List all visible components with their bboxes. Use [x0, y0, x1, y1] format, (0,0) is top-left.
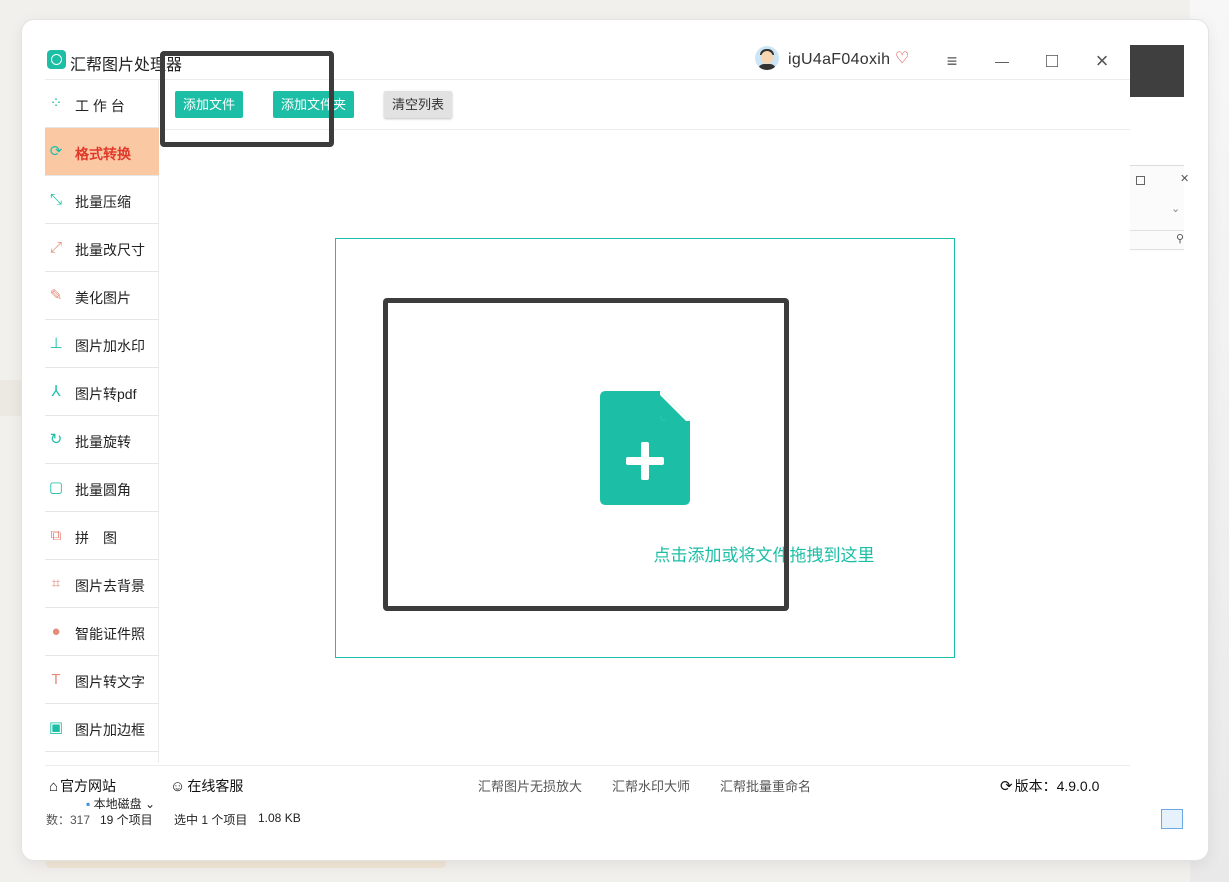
compress-icon: ⤡ — [49, 191, 62, 208]
sidebar-item-2[interactable]: ⟳ 格式转换 — [45, 128, 159, 176]
maximize-button[interactable]: □ — [1037, 46, 1067, 76]
sidebar-item-label: 格式转换 — [75, 146, 131, 162]
product-link-watermark[interactable]: 汇帮水印大师 — [612, 776, 690, 795]
explorer-item-count: 19 个项目 — [100, 813, 153, 827]
home-icon: ⌂ — [49, 778, 59, 795]
sidebar-item-label: 图片去背景 — [75, 578, 145, 594]
refresh-icon: ⟳ — [1000, 778, 1013, 795]
maximize-icon — [1136, 176, 1145, 185]
sidebar-item-9[interactable]: ▢ 批量圆角 — [45, 464, 159, 512]
footer: ⌂ 官方网站 ☺ 在线客服 汇帮图片无损放大 汇帮水印大师 汇帮批量重命名 ⟳ 版本：… — [45, 765, 1130, 805]
minimize-button[interactable]: — — [987, 46, 1017, 76]
background-window-dark — [1130, 45, 1184, 97]
sidebar-item-label: 图片转pdf — [75, 386, 137, 402]
sidebar-item-1[interactable]: ⁘ 工 作 台 — [45, 80, 159, 128]
explorer-drive-label: ▪ 本地磁盘 ⌄ — [86, 797, 156, 809]
official-website-link[interactable]: ⌂ 官方网站 — [49, 776, 116, 796]
rotate-icon: ↻ — [49, 431, 63, 448]
chevron-down-icon: ⌄ — [1171, 203, 1181, 215]
sidebar-item-label: 批量改尺寸 — [75, 242, 145, 258]
beautify-icon: ✎ — [49, 287, 63, 304]
vip-heart-icon[interactable]: ♡ — [895, 48, 909, 68]
sidebar-item-7[interactable]: ⅄ 图片转pdf — [45, 368, 159, 416]
resize-icon: ⤢ — [49, 239, 62, 256]
sidebar-item-label: 图片转文字 — [75, 674, 145, 690]
version-info[interactable]: ⟳ 版本：4.9.0.0 — [1000, 776, 1099, 796]
sidebar-item-3[interactable]: ⤡ 批量压缩 — [45, 176, 159, 224]
product-link-rename[interactable]: 汇帮批量重命名 — [720, 776, 811, 795]
details-view-icon[interactable] — [1161, 809, 1183, 829]
menu-button[interactable]: ≡ — [937, 46, 967, 76]
sidebar-item-11[interactable]: ⌗ 图片去背景 — [45, 560, 159, 608]
sidebar-item-label: 图片加边框 — [75, 722, 145, 738]
online-support-link[interactable]: ☺ 在线客服 — [170, 776, 243, 796]
sidebar-item-label: 批量旋转 — [75, 434, 131, 450]
avatar[interactable] — [755, 46, 779, 70]
version-label: 版本：4.9.0.0 — [1014, 778, 1100, 794]
person-icon: ● — [51, 623, 61, 640]
online-support-label: 在线客服 — [187, 778, 244, 794]
product-link-upscale[interactable]: 汇帮图片无损放大 — [478, 776, 582, 795]
sidebar-item-label: 美化图片 — [75, 290, 131, 306]
sidebar-item-4[interactable]: ⤢ 批量改尺寸 — [45, 224, 159, 272]
sidebar-item-12[interactable]: ● 智能证件照 — [45, 608, 159, 656]
sidebar-item-13[interactable]: T 图片转文字 — [45, 656, 159, 704]
pdf-icon: ⅄ — [51, 383, 61, 400]
grid-icon: ⁘ — [49, 95, 63, 112]
explorer-selected-size: 1.08 KB — [258, 811, 301, 825]
close-button[interactable]: × — [1087, 46, 1117, 76]
annotation-box-toolbar — [160, 51, 334, 147]
annotation-box-dropzone — [383, 298, 789, 611]
sidebar-item-label: 工 作 台 — [75, 98, 125, 114]
sidebar-item-label: 批量压缩 — [75, 194, 131, 210]
explorer-count-fragment: 数：317 — [46, 813, 91, 827]
explorer-selected-count: 选中 1 个项目 — [174, 813, 248, 827]
sidebar: ⁘ 工 作 台 ⟳ 格式转换 ⤡ 批量压缩 ⤢ 批量改尺寸 ✎ 美化图片 ⊥ 图片加水印 ⅄ 图片转pdf… — [45, 80, 159, 763]
explorer-status-bar: 数：317 19 个项目 选中 1 个项目 1.08 KB — [22, 808, 1184, 832]
sidebar-item-label: 批量圆角 — [75, 482, 131, 498]
sidebar-item-14[interactable]: ▣ 图片加边框 — [45, 704, 159, 752]
headset-icon: ☺ — [170, 778, 186, 795]
sidebar-item-8[interactable]: ↻ 批量旋转 — [45, 416, 159, 464]
clear-list-button[interactable]: 清空列表 — [384, 91, 453, 118]
avatar-body — [758, 64, 776, 70]
search-icon: ⚲ — [1176, 233, 1185, 245]
sidebar-item-5[interactable]: ✎ 美化图片 — [45, 272, 159, 320]
frame-icon: ▣ — [48, 719, 64, 736]
convert-icon: ⟳ — [49, 143, 63, 160]
official-website-label: 官方网站 — [60, 778, 117, 794]
sidebar-item-label: 图片加水印 — [75, 338, 145, 354]
crop-icon: ⌗ — [51, 575, 61, 592]
round-corner-icon: ▢ — [48, 479, 64, 496]
sidebar-item-10[interactable]: ⧉ 拼 图 — [45, 512, 159, 560]
sidebar-item-6[interactable]: ⊥ 图片加水印 — [45, 320, 159, 368]
username[interactable]: igU4aF04oxih — [788, 51, 890, 69]
background-explorer-window: ✕ ⌄ ⚲ — [1130, 165, 1189, 251]
sidebar-item-label: 智能证件照 — [75, 626, 145, 642]
app-logo-icon — [47, 50, 66, 69]
close-icon: ✕ — [1180, 173, 1190, 185]
puzzle-icon: ⧉ — [50, 527, 62, 544]
text-icon: T — [51, 671, 61, 688]
stamp-icon: ⊥ — [49, 335, 63, 352]
avatar-face — [761, 51, 773, 64]
sidebar-item-label: 拼 图 — [75, 530, 117, 546]
